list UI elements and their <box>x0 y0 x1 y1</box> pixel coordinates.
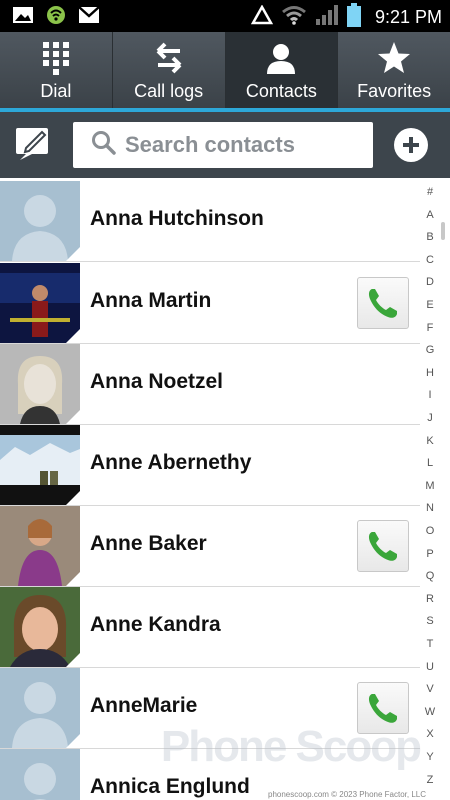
index-letter[interactable]: S <box>420 615 440 627</box>
list-item[interactable]: Anna Noetzel <box>0 344 420 425</box>
default-avatar <box>0 749 80 800</box>
contact-photo <box>0 344 80 424</box>
list-item[interactable]: Anna Martin <box>0 263 420 344</box>
alphabet-index[interactable]: # A B C D E F G H I J K L M N O P Q R S T U V W X Y Z <box>420 186 444 800</box>
search-icon <box>91 130 117 161</box>
tab-favorites-label: Favorites <box>357 81 432 101</box>
watermark-logo: Phone Scoop <box>160 722 422 771</box>
index-letter[interactable]: N <box>420 502 440 514</box>
add-contact-button[interactable] <box>394 128 428 162</box>
index-letter[interactable]: # <box>420 186 440 198</box>
index-letter[interactable]: O <box>420 525 440 537</box>
compose-button[interactable] <box>14 124 54 164</box>
tab-bar: Dial Call logs Contacts Favorites <box>0 32 450 112</box>
phone-icon <box>368 532 397 561</box>
warning-triangle-icon <box>250 4 274 30</box>
contact-photo <box>0 425 80 505</box>
list-item[interactable]: Anne Kandra <box>0 587 420 668</box>
tab-dial-label: Dial <box>40 81 72 101</box>
watermark-credit: phonescoop.com © 2023 Phone Factor, LLC <box>268 790 426 799</box>
tab-contacts[interactable]: Contacts <box>225 32 339 108</box>
gmail-icon <box>78 6 100 29</box>
index-letter[interactable]: V <box>420 683 440 695</box>
index-letter[interactable]: X <box>420 728 440 740</box>
index-letter[interactable]: Q <box>420 570 440 582</box>
index-letter[interactable]: U <box>420 661 440 673</box>
call-logs-icon <box>154 40 184 76</box>
index-letter[interactable]: J <box>420 412 440 424</box>
image-notification-icon <box>12 5 34 30</box>
contact-name: AnneMarie <box>90 694 198 717</box>
index-letter[interactable]: H <box>420 367 440 379</box>
index-letter[interactable]: G <box>420 344 440 356</box>
contact-name: Anna Noetzel <box>90 370 224 393</box>
index-letter[interactable]: D <box>420 276 440 288</box>
contact-name: Anna Martin <box>90 289 212 312</box>
person-icon <box>265 40 297 76</box>
index-letter[interactable]: R <box>420 593 440 605</box>
index-letter[interactable]: W <box>420 706 440 718</box>
tab-dial[interactable]: Dial <box>0 32 113 108</box>
default-avatar <box>0 668 80 748</box>
list-item[interactable]: Anne Abernethy <box>0 425 420 506</box>
wifi-icon <box>281 5 307 30</box>
battery-icon <box>346 3 361 32</box>
phone-icon <box>368 694 397 723</box>
index-letter[interactable]: L <box>420 457 440 469</box>
contact-name: Annica Englund <box>90 775 250 798</box>
plus-icon <box>403 137 419 153</box>
list-item[interactable]: Anna Hutchinson <box>0 181 420 262</box>
index-letter[interactable]: Y <box>420 751 440 763</box>
search-placeholder: Search contacts <box>125 132 295 157</box>
status-bar: 9:21 PM <box>0 0 450 32</box>
index-letter[interactable]: K <box>420 435 440 447</box>
index-letter[interactable]: B <box>420 231 440 243</box>
signal-icon <box>315 4 339 31</box>
default-avatar <box>0 181 80 261</box>
contact-photo <box>0 587 80 667</box>
tab-call-logs-label: Call logs <box>134 81 204 101</box>
contact-name: Anne Kandra <box>90 613 221 636</box>
contact-list: Anna Hutchinson Anna Martin Anna Noetzel… <box>0 178 450 800</box>
call-button[interactable] <box>357 520 409 572</box>
compose-icon <box>16 128 48 160</box>
index-letter[interactable]: P <box>420 548 440 560</box>
contact-name: Anne Baker <box>90 532 207 555</box>
index-letter[interactable]: C <box>420 254 440 266</box>
scrollbar-thumb[interactable] <box>441 222 445 240</box>
contact-photo <box>0 506 80 586</box>
tab-call-logs[interactable]: Call logs <box>113 32 226 108</box>
index-letter[interactable]: E <box>420 299 440 311</box>
tab-favorites[interactable]: Favorites <box>338 32 450 108</box>
index-letter[interactable]: F <box>420 322 440 334</box>
dialpad-icon <box>42 40 70 76</box>
phone-icon <box>368 289 397 318</box>
clock-time: 9:21 PM <box>374 7 442 27</box>
index-letter[interactable]: Z <box>420 774 440 786</box>
tab-contacts-label: Contacts <box>245 81 317 101</box>
index-letter[interactable]: A <box>420 209 440 221</box>
star-icon <box>377 40 411 76</box>
contact-name: Anna Hutchinson <box>90 207 264 230</box>
list-item[interactable]: Anne Baker <box>0 506 420 587</box>
contact-name: Anne Abernethy <box>90 451 252 474</box>
wireless-hotspot-icon <box>46 5 66 30</box>
search-input[interactable]: Search contacts <box>73 122 373 168</box>
index-letter[interactable]: M <box>420 480 440 492</box>
index-letter[interactable]: I <box>420 389 440 401</box>
search-toolbar: Search contacts <box>0 112 450 178</box>
contact-photo <box>0 263 80 343</box>
call-button[interactable] <box>357 277 409 329</box>
index-letter[interactable]: T <box>420 638 440 650</box>
